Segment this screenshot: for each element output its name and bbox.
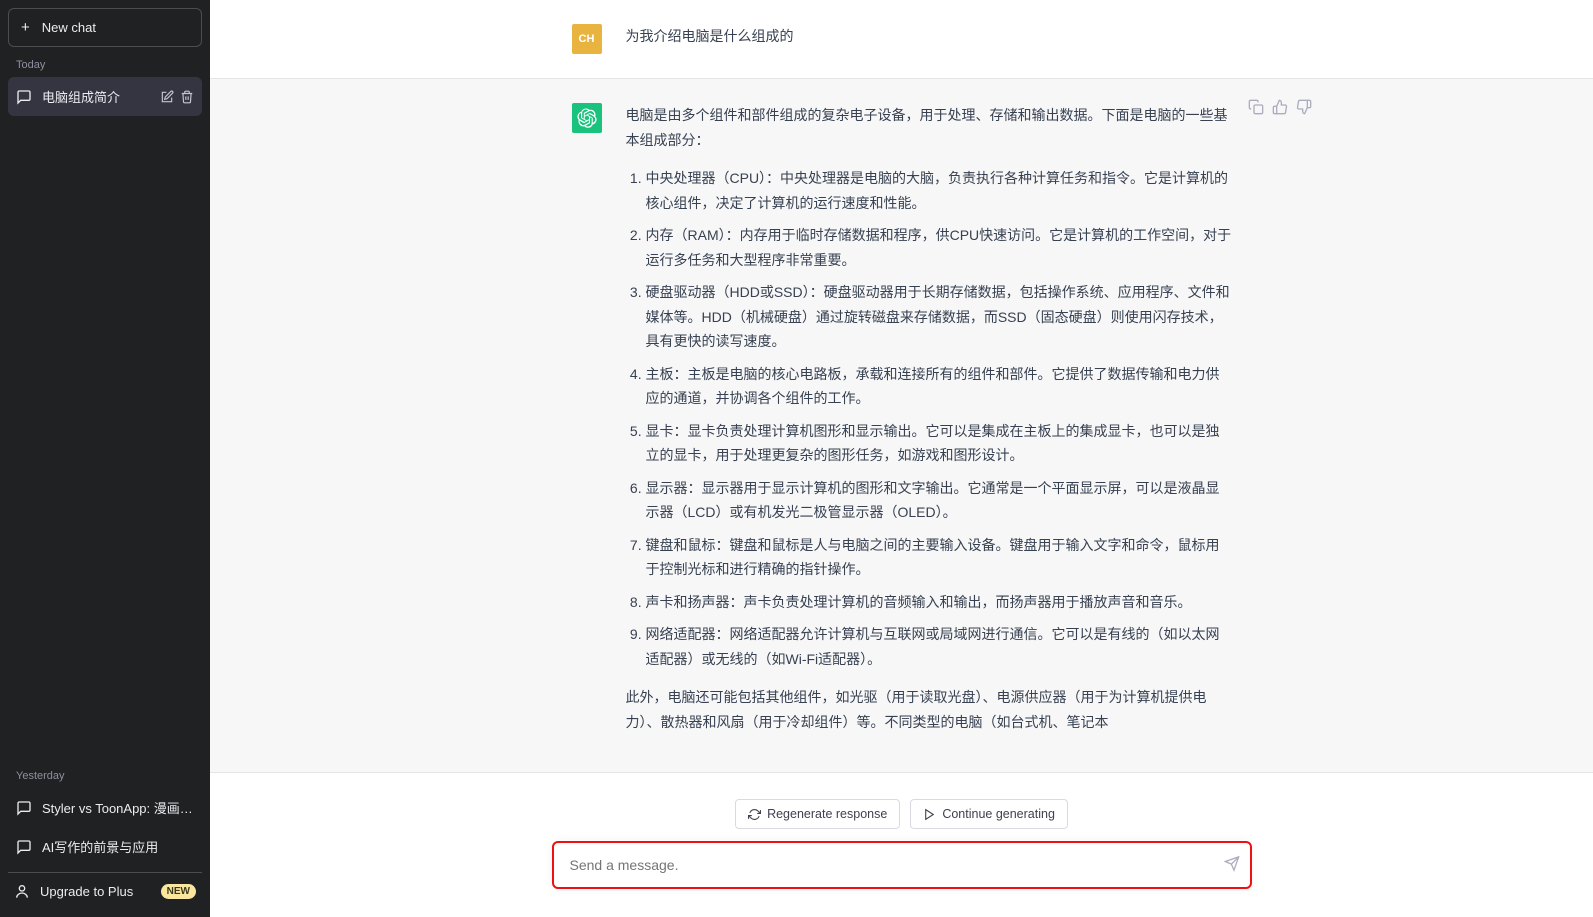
chat-item-title: 电脑组成简介	[42, 87, 150, 106]
assistant-intro: 电脑是由多个组件和部件组成的复杂电子设备，用于处理、存储和输出数据。下面是电脑的…	[626, 103, 1232, 152]
today-chat-list: 电脑组成简介	[8, 77, 202, 116]
regenerate-label: Regenerate response	[767, 807, 887, 821]
chat-item-title: Styler vs ToonApp: 漫画脸优势	[42, 798, 194, 817]
list-item: 内存（RAM）：内存用于临时存储数据和程序，供CPU快速访问。它是计算机的工作空…	[646, 223, 1232, 272]
list-item: 声卡和扬声器：声卡负责处理计算机的音频输入和输出，而扬声器用于播放声音和音乐。	[646, 590, 1232, 615]
message-actions	[1248, 99, 1312, 115]
assistant-list: 中央处理器（CPU）：中央处理器是电脑的大脑，负责执行各种计算任务和指令。它是计…	[626, 166, 1232, 671]
continue-label: Continue generating	[942, 807, 1055, 821]
plus-icon: +	[21, 19, 30, 36]
list-item: 中央处理器（CPU）：中央处理器是电脑的大脑，负责执行各种计算任务和指令。它是计…	[646, 166, 1232, 215]
user-avatar: CH	[572, 24, 602, 54]
list-item: 主板：主板是电脑的核心电路板，承载和连接所有的组件和部件。它提供了数据传输和电力…	[646, 362, 1232, 411]
chat-icon	[16, 89, 32, 105]
list-item: 网络适配器：网络适配器允许计算机与互联网或局域网进行通信。它可以是有线的（如以太…	[646, 622, 1232, 671]
list-item: 硬盘驱动器（HDD或SSD）：硬盘驱动器用于长期存储数据，包括操作系统、应用程序…	[646, 280, 1232, 354]
user-message-text: 为我介绍电脑是什么组成的	[626, 24, 1232, 54]
send-button[interactable]	[1224, 856, 1240, 875]
message-input[interactable]	[552, 841, 1252, 889]
conversation-thread: CH 为我介绍电脑是什么组成的 电脑是由多个组件和部件组成的复杂电子设备，用于处…	[210, 0, 1593, 779]
yesterday-chat-list: Styler vs ToonApp: 漫画脸优势 AI写作的前景与应用	[8, 788, 202, 866]
upgrade-button[interactable]: Upgrade to Plus NEW	[8, 872, 202, 909]
edit-icon[interactable]	[160, 90, 174, 104]
chat-item-title: AI写作的前景与应用	[42, 837, 194, 856]
continue-button[interactable]: Continue generating	[910, 799, 1068, 829]
yesterday-section-label: Yesterday	[8, 758, 202, 788]
chat-item-active[interactable]: 电脑组成简介	[8, 77, 202, 116]
regenerate-button[interactable]: Regenerate response	[735, 799, 900, 829]
sidebar: + New chat Today 电脑组成简介 Yesterday Styler…	[0, 0, 210, 917]
chat-item[interactable]: AI写作的前景与应用	[8, 827, 202, 866]
thumbs-up-icon[interactable]	[1272, 99, 1288, 115]
list-item: 显卡：显卡负责处理计算机图形和显示输出。它可以是集成在主板上的集成显卡，也可以是…	[646, 419, 1232, 468]
new-chat-button[interactable]: + New chat	[8, 8, 202, 47]
chat-item[interactable]: Styler vs ToonApp: 漫画脸优势	[8, 788, 202, 827]
upgrade-label: Upgrade to Plus	[40, 884, 133, 899]
list-item: 显示器：显示器用于显示计算机的图形和文字输出。它通常是一个平面显示屏，可以是液晶…	[646, 476, 1232, 525]
continue-icon	[923, 808, 936, 821]
copy-icon[interactable]	[1248, 99, 1264, 115]
user-message-row: CH 为我介绍电脑是什么组成的	[210, 0, 1593, 78]
refresh-icon	[748, 808, 761, 821]
assistant-message-row: 电脑是由多个组件和部件组成的复杂电子设备，用于处理、存储和输出数据。下面是电脑的…	[210, 78, 1593, 773]
list-item: 键盘和鼠标：键盘和鼠标是人与电脑之间的主要输入设备。键盘用于输入文字和命令，鼠标…	[646, 533, 1232, 582]
user-icon	[14, 883, 30, 899]
today-section-label: Today	[8, 47, 202, 77]
assistant-avatar	[572, 103, 602, 133]
new-badge: NEW	[161, 884, 196, 899]
delete-icon[interactable]	[180, 90, 194, 104]
openai-logo-icon	[577, 108, 597, 128]
send-icon	[1224, 856, 1240, 872]
assistant-message-content: 电脑是由多个组件和部件组成的复杂电子设备，用于处理、存储和输出数据。下面是电脑的…	[626, 103, 1232, 748]
main-area: CH 为我介绍电脑是什么组成的 电脑是由多个组件和部件组成的复杂电子设备，用于处…	[210, 0, 1593, 917]
chat-icon	[16, 800, 32, 816]
thumbs-down-icon[interactable]	[1296, 99, 1312, 115]
assistant-outro: 此外，电脑还可能包括其他组件，如光驱（用于读取光盘）、电源供应器（用于为计算机提…	[626, 685, 1232, 734]
footer: Regenerate response Continue generating	[210, 779, 1593, 917]
new-chat-label: New chat	[42, 20, 96, 35]
chat-icon	[16, 839, 32, 855]
